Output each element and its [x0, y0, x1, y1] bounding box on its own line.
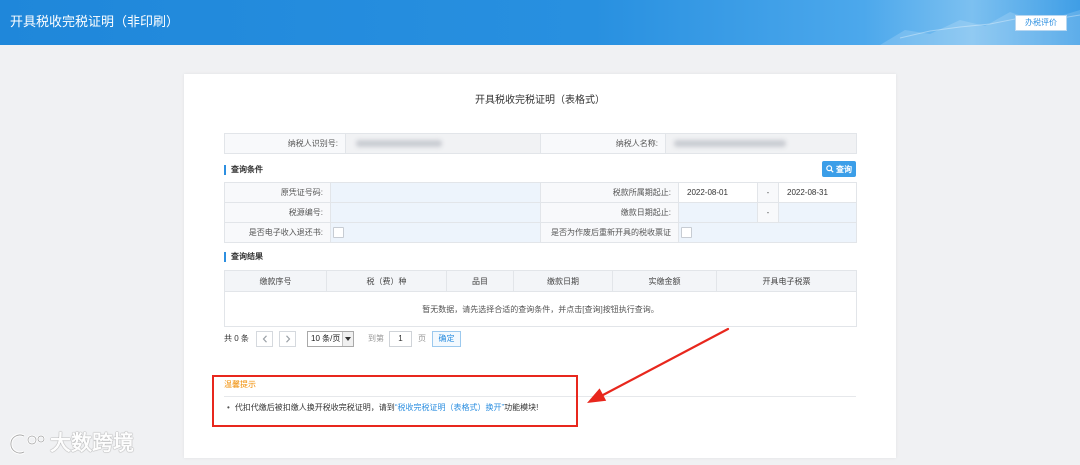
reissued-after-void-cell [679, 223, 857, 243]
goto-suffix: 页 [418, 334, 426, 343]
page-title: 开具税收完税证明（非印刷） [10, 14, 180, 29]
tax-period-start-cell [679, 183, 758, 203]
search-button[interactable]: 查询 [822, 161, 856, 177]
page-size-value: 10 条/页 [311, 334, 341, 343]
brand-logo-icon [10, 433, 46, 455]
goto-page-input[interactable] [389, 331, 412, 347]
taxpayer-name-value [666, 134, 857, 154]
tax-period-label: 税款所属期起止: [541, 183, 679, 203]
column-header-e-ticket: 开具电子税票 [717, 271, 857, 292]
taxpayer-name-label: 纳税人名称: [541, 134, 666, 154]
page-size-select[interactable]: 10 条/页 [307, 331, 354, 347]
taxpayer-id-value [346, 134, 541, 154]
chevron-right-icon [285, 335, 290, 343]
tax-source-no-cell [331, 203, 541, 223]
goto-prefix: 到第 [368, 334, 384, 343]
next-page-button[interactable] [279, 331, 296, 347]
total-prefix: 共 [224, 334, 232, 343]
query-section-title: 查询条件 [224, 165, 263, 175]
total-suffix: 条 [240, 334, 249, 343]
column-header-payment-date: 缴款日期 [514, 271, 613, 292]
highlight-box [212, 375, 578, 427]
payment-date-separator: - [758, 203, 779, 223]
goto-confirm-button[interactable]: 确定 [432, 331, 461, 347]
electronic-refund-label: 是否电子收入退还书: [225, 223, 331, 243]
tax-period-start-input[interactable] [679, 183, 757, 202]
watermark-text: 大数跨境 [50, 432, 134, 455]
tax-period-separator: - [758, 183, 779, 203]
search-icon [826, 165, 834, 173]
pagination-total: 共 0 条 [224, 331, 249, 347]
results-table: 缴款序号 税（费）种 品目 缴款日期 实缴金额 开具电子税票 暂无数据，请先选择… [224, 270, 857, 327]
total-count: 0 [234, 334, 239, 343]
search-button-label: 查询 [836, 164, 852, 174]
original-voucher-no-label: 原凭证号码: [225, 183, 331, 203]
query-form: 原凭证号码: 税款所属期起止: - 税源编号: 缴款日期起止: - 是否电子收入… [224, 182, 857, 243]
tax-source-no-label: 税源编号: [225, 203, 331, 223]
tax-period-end-input[interactable] [779, 183, 856, 202]
pagination: 共 0 条 10 条/页 到第 页 确定 [224, 331, 524, 347]
column-header-tax-type: 税（费）种 [327, 271, 447, 292]
tax-source-no-input[interactable] [331, 203, 540, 222]
electronic-refund-cell [331, 223, 541, 243]
chevron-down-icon [342, 332, 353, 346]
empty-results-message: 暂无数据，请先选择合适的查询条件，并点击[查询]按钮执行查询。 [225, 292, 857, 327]
payment-date-end-input[interactable] [779, 203, 856, 222]
original-voucher-no-cell [331, 183, 541, 203]
original-voucher-no-input[interactable] [331, 183, 540, 202]
chevron-left-icon [262, 335, 267, 343]
column-header-payment-seq: 缴款序号 [225, 271, 327, 292]
payment-date-label: 缴款日期起止: [541, 203, 679, 223]
taxpayer-id-label: 纳税人识别号: [225, 134, 346, 154]
results-section-title: 查询结果 [224, 252, 263, 262]
form-title: 开具税收完税证明（表格式） [475, 95, 605, 106]
payment-date-end-cell [779, 203, 857, 223]
evaluate-button[interactable]: 办税评价 [1015, 15, 1067, 31]
payment-date-start-input[interactable] [679, 203, 757, 222]
reissued-after-void-checkbox[interactable] [681, 227, 692, 238]
top-header: 开具税收完税证明（非印刷） 办税评价 [0, 0, 1080, 45]
payment-date-start-cell [679, 203, 758, 223]
column-header-item: 品目 [447, 271, 514, 292]
column-header-paid-amount: 实缴金额 [613, 271, 717, 292]
reissued-after-void-label: 是否为作废后重新开具的税收票证 [541, 223, 679, 243]
prev-page-button[interactable] [256, 331, 273, 347]
tax-period-end-cell [779, 183, 857, 203]
taxpayer-info-row: 纳税人识别号: 纳税人名称: [224, 133, 857, 154]
watermark: 大数跨境 [10, 430, 150, 458]
electronic-refund-checkbox[interactable] [333, 227, 344, 238]
